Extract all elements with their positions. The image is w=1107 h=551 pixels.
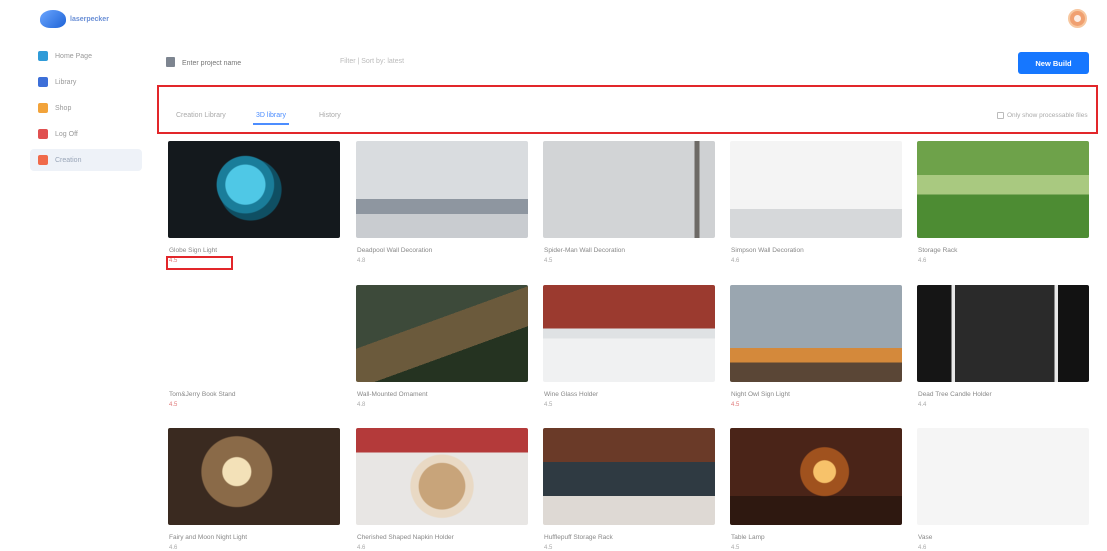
filter-sort-text[interactable]: Filter | Sort by: latest (340, 58, 404, 65)
active-tab-indicator (253, 123, 289, 125)
checkbox-icon[interactable] (997, 112, 1004, 119)
highlight-box (166, 256, 233, 270)
project-rating: 4.5 (169, 402, 178, 408)
tab-history[interactable]: History (319, 112, 341, 119)
sidebar: laserpecker Home Page Library Shop Log Off C… (0, 0, 145, 547)
processable-filter[interactable]: Only show processable files (997, 112, 1088, 119)
project-thumbnail[interactable] (917, 285, 1089, 382)
toolbar: Filter | Sort by: latest New Build (160, 52, 1090, 74)
project-title[interactable]: Fairy and Moon Night Light (169, 534, 247, 541)
project-rating: 4.6 (918, 258, 927, 264)
sidebar-item-library[interactable]: Library (30, 71, 142, 93)
new-build-button[interactable]: New Build (1018, 52, 1089, 74)
project-rating: 4.8 (357, 402, 366, 408)
sidebar-item-home-page[interactable]: Home Page (30, 45, 142, 67)
project-title[interactable]: Tom&Jerry Book Stand (169, 391, 235, 398)
project-title[interactable]: Cherished Shaped Napkin Holder (357, 534, 454, 541)
search-input[interactable] (182, 55, 312, 71)
sidebar-item-shop[interactable]: Shop (30, 97, 142, 119)
project-rating: 4.8 (357, 258, 366, 264)
tab-3d-library[interactable]: 3D library (256, 112, 286, 119)
project-rating: 4.5 (544, 258, 553, 264)
creation-icon (38, 155, 48, 165)
app-logo[interactable]: laserpecker (40, 8, 110, 30)
project-thumbnail[interactable] (168, 428, 340, 525)
sidebar-item-label: Home Page (55, 52, 92, 60)
sidebar-item-label: Log Off (55, 130, 78, 138)
project-title[interactable]: Wine Glass Holder (544, 391, 598, 398)
project-title[interactable]: Storage Rack (918, 247, 957, 254)
project-thumbnail[interactable] (543, 285, 715, 382)
project-rating: 4.4 (918, 402, 927, 408)
project-thumbnail[interactable] (168, 285, 340, 382)
project-thumbnail[interactable] (730, 428, 902, 525)
sidebar-item-label: Library (55, 78, 77, 86)
project-title[interactable]: Vase (918, 534, 932, 541)
project-thumbnail[interactable] (356, 285, 528, 382)
project-thumbnail[interactable] (730, 285, 902, 382)
project-thumbnail[interactable] (917, 428, 1089, 525)
project-thumbnail[interactable] (917, 141, 1089, 238)
project-title[interactable]: Wall-Mounted Ornament (357, 391, 428, 398)
project-thumbnail[interactable] (168, 141, 340, 238)
project-title[interactable]: Hufflepuff Storage Rack (544, 534, 613, 541)
project-title[interactable]: Table Lamp (731, 534, 765, 541)
logo-mark-icon (40, 10, 66, 28)
project-title[interactable]: Dead Tree Candle Holder (918, 391, 992, 398)
project-rating: 4.6 (357, 545, 366, 551)
project-thumbnail[interactable] (543, 428, 715, 525)
project-thumbnail[interactable] (356, 141, 528, 238)
project-rating: 4.5 (544, 545, 553, 551)
sidebar-nav: Home Page Library Shop Log Off Creation (30, 45, 142, 175)
logo-text: laserpecker (70, 15, 109, 23)
sidebar-item-log-off[interactable]: Log Off (30, 123, 142, 145)
project-title[interactable]: Simpson Wall Decoration (731, 247, 804, 254)
project-rating: 4.5 (544, 402, 553, 408)
project-rating: 4.5 (731, 545, 740, 551)
project-rating: 4.6 (169, 545, 178, 551)
project-thumbnail[interactable] (543, 141, 715, 238)
project-rating: 4.6 (731, 258, 740, 264)
sidebar-item-label: Shop (55, 104, 72, 112)
project-title[interactable]: Spider-Man Wall Decoration (544, 247, 625, 254)
tab-bar: Creation Library 3D library History Only… (157, 85, 1098, 134)
project-rating: 4.5 (731, 402, 740, 408)
project-title[interactable]: Globe Sign Light (169, 247, 217, 254)
user-avatar[interactable] (1068, 9, 1087, 28)
project-rating: 4.6 (918, 545, 927, 551)
project-title[interactable]: Deadpool Wall Decoration (357, 247, 432, 254)
logoff-icon (38, 129, 48, 139)
sidebar-item-label: Creation (55, 156, 82, 164)
project-thumbnail[interactable] (730, 141, 902, 238)
shop-icon (38, 103, 48, 113)
library-icon (38, 77, 48, 87)
sidebar-item-creation[interactable]: Creation (30, 149, 142, 171)
document-icon (166, 57, 175, 67)
processable-filter-label: Only show processable files (1007, 112, 1088, 119)
tab-creation-library[interactable]: Creation Library (176, 112, 226, 119)
project-title[interactable]: Night Owl Sign Light (731, 391, 790, 398)
home-icon (38, 51, 48, 61)
project-thumbnail[interactable] (356, 428, 528, 525)
